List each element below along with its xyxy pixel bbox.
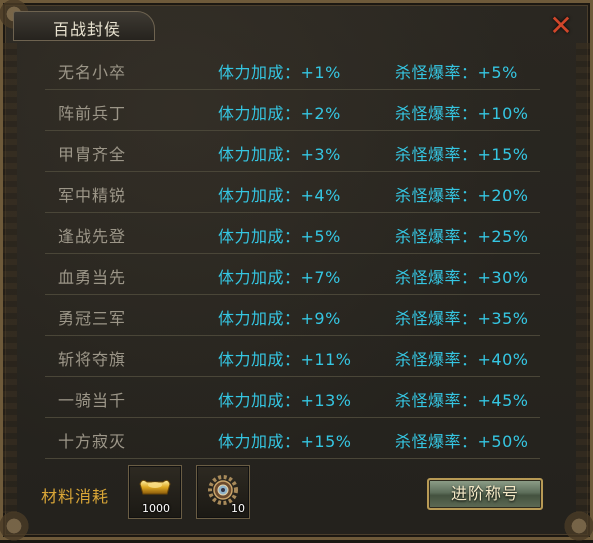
rank-name: 无名小卒 <box>58 63 127 82</box>
rank-row: 军中精锐 体力加成：+4% 杀怪爆率：+20% <box>45 172 540 213</box>
stamina-bonus: 体力加成：+1% <box>218 63 341 82</box>
left-border-ornament <box>3 43 17 513</box>
rank-name: 阵前兵丁 <box>58 104 127 123</box>
drop-rate-bonus: 杀怪爆率：+5% <box>395 63 518 82</box>
item-count: 10 <box>231 502 245 515</box>
drop-rate-bonus: 杀怪爆率：+40% <box>395 350 529 369</box>
stamina-bonus: 体力加成：+7% <box>218 268 341 287</box>
drop-rate-bonus: 杀怪爆率：+10% <box>395 104 529 123</box>
rank-row: 十方寂灭 体力加成：+15% 杀怪爆率：+50% <box>45 418 540 459</box>
rank-name: 甲胄齐全 <box>58 145 127 164</box>
drop-rate-bonus: 杀怪爆率：+25% <box>395 227 529 246</box>
drop-rate-bonus: 杀怪爆率：+20% <box>395 186 529 205</box>
drop-rate-bonus: 杀怪爆率：+50% <box>395 432 529 451</box>
corner-ornament <box>0 509 31 543</box>
rank-name: 血勇当先 <box>58 268 127 287</box>
stamina-bonus: 体力加成：+3% <box>218 145 341 164</box>
drop-rate-bonus: 杀怪爆率：+15% <box>395 145 529 164</box>
rank-list: 无名小卒 体力加成：+1% 杀怪爆率：+5% 阵前兵丁 体力加成：+2% 杀怪爆… <box>45 49 540 459</box>
rank-row: 阵前兵丁 体力加成：+2% 杀怪爆率：+10% <box>45 90 540 131</box>
rank-row: 逢战先登 体力加成：+5% 杀怪爆率：+25% <box>45 213 540 254</box>
rank-name: 斩将夺旗 <box>58 350 127 369</box>
rank-row: 血勇当先 体力加成：+7% 杀怪爆率：+30% <box>45 254 540 295</box>
rank-name: 勇冠三军 <box>58 309 127 328</box>
stamina-bonus: 体力加成：+15% <box>218 432 352 451</box>
close-icon: ✕ <box>549 9 573 42</box>
material-slot-gold[interactable]: 1000 <box>128 465 182 519</box>
advance-title-button[interactable]: 进阶称号 <box>427 478 543 510</box>
drop-rate-bonus: 杀怪爆率：+45% <box>395 391 529 410</box>
material-slot-medal[interactable]: 10 <box>196 465 250 519</box>
panel-title: 百战封侯 <box>53 20 122 39</box>
stamina-bonus: 体力加成：+13% <box>218 391 352 410</box>
rank-row: 一骑当千 体力加成：+13% 杀怪爆率：+45% <box>45 377 540 418</box>
material-cost-label: 材料消耗 <box>41 487 110 506</box>
right-border-ornament <box>576 43 590 513</box>
rank-name: 军中精锐 <box>58 186 127 205</box>
stamina-bonus: 体力加成：+11% <box>218 350 352 369</box>
corner-ornament <box>562 509 593 543</box>
close-button[interactable]: ✕ <box>546 11 576 41</box>
title-rank-panel: 百战封侯 ✕ 无名小卒 体力加成：+1% 杀怪爆率：+5% 阵前兵丁 体力加成：… <box>0 0 593 543</box>
rank-name: 一骑当千 <box>58 391 127 410</box>
stamina-bonus: 体力加成：+5% <box>218 227 341 246</box>
rank-row: 勇冠三军 体力加成：+9% 杀怪爆率：+35% <box>45 295 540 336</box>
stamina-bonus: 体力加成：+2% <box>218 104 341 123</box>
rank-name: 十方寂灭 <box>58 432 127 451</box>
stamina-bonus: 体力加成：+9% <box>218 309 341 328</box>
rank-row: 甲胄齐全 体力加成：+3% 杀怪爆率：+15% <box>45 131 540 172</box>
rank-row: 无名小卒 体力加成：+1% 杀怪爆率：+5% <box>45 49 540 90</box>
drop-rate-bonus: 杀怪爆率：+30% <box>395 268 529 287</box>
item-count: 1000 <box>142 502 170 515</box>
stamina-bonus: 体力加成：+4% <box>218 186 341 205</box>
gold-ingot-icon <box>139 479 171 495</box>
rank-name: 逢战先登 <box>58 227 127 246</box>
drop-rate-bonus: 杀怪爆率：+35% <box>395 309 529 328</box>
rank-row: 斩将夺旗 体力加成：+11% 杀怪爆率：+40% <box>45 336 540 377</box>
